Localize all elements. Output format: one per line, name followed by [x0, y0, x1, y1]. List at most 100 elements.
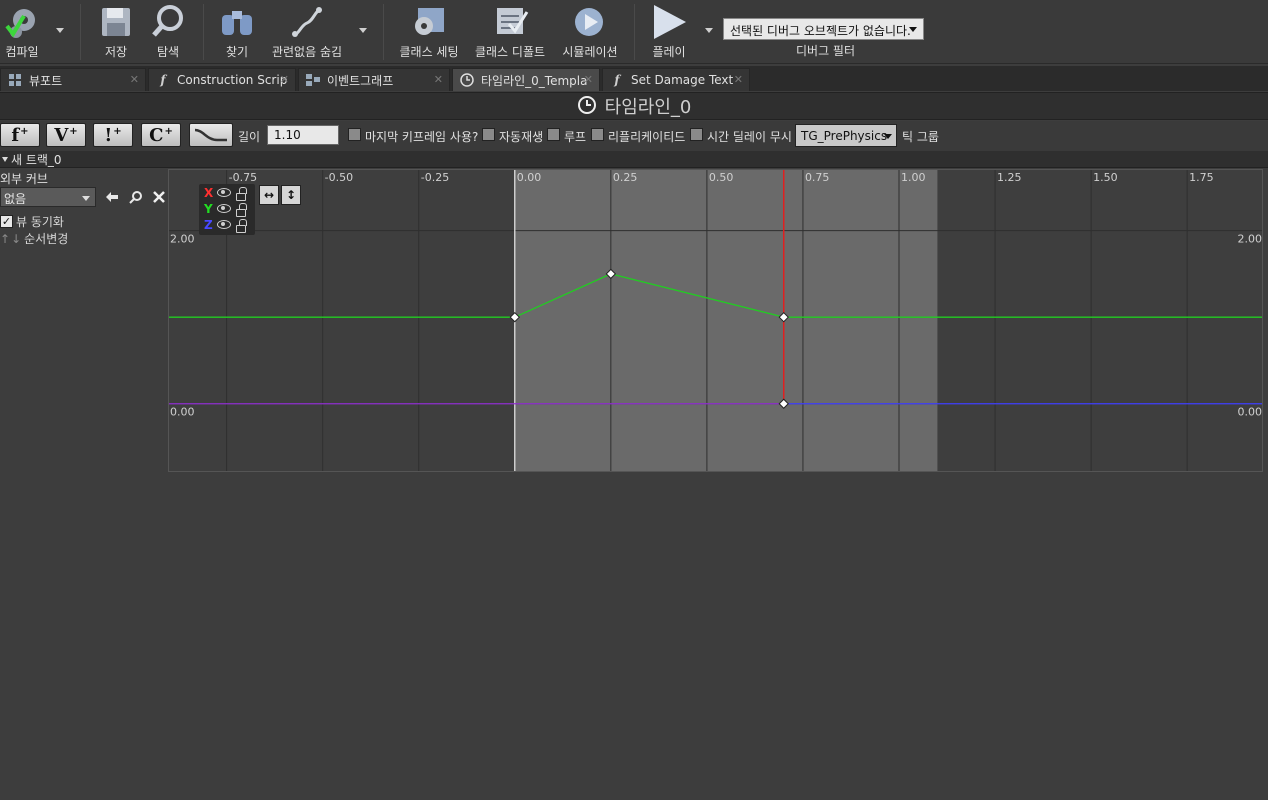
add-vector-track-button[interactable]: V +	[46, 123, 86, 147]
main-toolbar: 컴파일 저장 탐색 찾기 관련없음 숨김 클래스 세팅 클래스 디폴트 시뮬레이…	[0, 0, 1268, 64]
x-tick-label: -0.25	[421, 171, 449, 184]
sync-view-label: 뷰 동기화	[16, 215, 64, 229]
channel-y-lock-icon[interactable]	[236, 203, 247, 217]
x-tick-label: 0.00	[517, 171, 542, 184]
tab-set-damage-text[interactable]: f Set Damage Text ✕	[602, 68, 750, 91]
channel-x-label: X	[204, 186, 214, 200]
timeline-title: 타임라인_0	[604, 97, 692, 118]
track-header[interactable]: 새 트랙_0	[0, 151, 1268, 168]
simulation-gear-play-icon	[570, 2, 610, 42]
tab-label: 이벤트그래프	[327, 73, 394, 88]
add-external-curve-button[interactable]	[189, 123, 233, 147]
tab-timeline[interactable]: 타임라인_0_Templa ✕	[452, 68, 600, 91]
external-curve-dropdown[interactable]: 없음	[0, 187, 96, 207]
tab-label: 타임라인_0_Templa	[481, 73, 588, 88]
loop-label: 루프	[564, 130, 587, 144]
document-tab-bar: 뷰포트 ✕ f Construction Scrip ✕ 이벤트그래프 ✕ 타임…	[0, 66, 1268, 91]
binoculars-icon	[217, 2, 257, 42]
channel-x-eye-icon[interactable]	[217, 188, 231, 197]
add-event-track-button[interactable]: ! +	[93, 123, 133, 147]
clear-curve-close-icon[interactable]	[151, 189, 167, 205]
function-icon: f	[614, 73, 620, 87]
curve-graph[interactable]: -0.75 -0.50 -0.25 0.00 0.25 0.50 0.75 1.00 1.25 1…	[168, 169, 1263, 472]
event-track-icon: !	[104, 124, 113, 146]
fit-vertical-icon[interactable]: ↕	[281, 185, 301, 205]
curve-graph-canvas[interactable]: -0.75 -0.50 -0.25 0.00 0.25 0.50 0.75 1.00 1.25 1…	[169, 170, 1263, 472]
track-side-panel: 외부 커브 없음 ✓ 뷰 동기화 ↑ ↓ 순서변경	[0, 169, 168, 471]
browse-curve-search-icon[interactable]	[128, 189, 144, 205]
sync-view-checkbox-checked-icon[interactable]: ✓	[0, 215, 13, 228]
close-icon[interactable]: ✕	[734, 73, 743, 86]
empty-canvas-area	[0, 472, 1268, 800]
x-tick-label: 0.50	[709, 171, 734, 184]
ignore-time-dilation-checkbox[interactable]	[690, 128, 703, 141]
play-options-chevron-down-icon[interactable]	[705, 28, 713, 33]
hide-unrelated-button[interactable]: 관련없음 숨김	[268, 2, 346, 62]
channel-x-lock-icon[interactable]	[236, 187, 247, 201]
find-button[interactable]: 찾기	[217, 2, 257, 62]
hide-unrelated-label: 관련없음 숨김	[271, 45, 343, 59]
chevron-down-icon	[884, 134, 892, 139]
close-icon[interactable]: ✕	[130, 73, 139, 86]
debug-filter-label: 디버그 필터	[796, 44, 856, 58]
close-icon[interactable]: ✕	[280, 73, 289, 86]
class-defaults-checklist-icon	[490, 2, 530, 42]
debug-object-dropdown[interactable]: 선택된 디버그 오브젝트가 없습니다.	[723, 18, 924, 40]
close-icon[interactable]: ✕	[434, 73, 443, 86]
add-color-track-button[interactable]: C +	[141, 123, 181, 147]
replicated-checkbox[interactable]	[591, 128, 604, 141]
channel-visibility-panel: X Y Z	[199, 184, 255, 235]
class-defaults-button[interactable]: 클래스 디폴트	[473, 2, 547, 62]
reorder-row: ↑ ↓ 순서변경	[0, 230, 68, 247]
simulation-label: 시뮬레이션	[562, 45, 618, 59]
clock-icon	[577, 95, 597, 118]
tab-construction-script[interactable]: f Construction Scrip ✕	[148, 68, 296, 91]
close-icon[interactable]: ✕	[584, 73, 593, 86]
save-button[interactable]: 저장	[96, 2, 136, 62]
x-tick-label: -0.75	[229, 171, 257, 184]
class-defaults-label: 클래스 디폴트	[474, 45, 546, 59]
channel-y-eye-icon[interactable]	[217, 204, 231, 213]
play-button[interactable]: 플레이	[646, 2, 692, 62]
browse-button[interactable]: 탐색	[148, 2, 188, 62]
hide-unrelated-curve-icon	[287, 2, 327, 42]
channel-z-lock-icon[interactable]	[236, 219, 247, 233]
x-tick-label: 0.75	[805, 171, 830, 184]
compile-button[interactable]: 컴파일	[0, 2, 44, 62]
channel-z-eye-icon[interactable]	[217, 220, 231, 229]
collapse-triangle-icon[interactable]	[2, 156, 8, 162]
clock-icon	[459, 73, 475, 87]
loop-checkbox[interactable]	[547, 128, 560, 141]
x-tick-label: 1.75	[1189, 171, 1214, 184]
vector-track-icon: V	[54, 124, 69, 146]
replicated-label: 리플리케이티드	[608, 130, 686, 144]
play-label: 플레이	[652, 45, 686, 59]
hide-unrelated-chevron-down-icon[interactable]	[359, 28, 367, 33]
tab-label: Construction Scrip	[177, 73, 288, 87]
chevron-down-icon	[82, 196, 90, 201]
y-tick-label-right: 0.00	[1238, 406, 1263, 419]
tab-event-graph[interactable]: 이벤트그래프 ✕	[298, 68, 450, 91]
simulation-button[interactable]: 시뮬레이션	[560, 2, 620, 62]
tick-group-value: TG_PrePhysics	[801, 129, 888, 143]
length-input[interactable]: 1.10	[267, 125, 339, 145]
sync-view-row[interactable]: ✓ 뷰 동기화	[0, 213, 64, 230]
compile-label: 컴파일	[5, 45, 39, 59]
x-tick-label: 1.00	[901, 171, 926, 184]
magnifier-icon	[148, 2, 188, 42]
tab-viewport[interactable]: 뷰포트 ✕	[0, 68, 146, 91]
fit-horizontal-icon[interactable]: ↔	[259, 185, 279, 205]
play-triangle-icon	[649, 2, 689, 42]
move-down-arrow-icon[interactable]: ↓	[11, 232, 21, 246]
y-tick-label-right: 2.00	[1238, 233, 1263, 246]
add-float-track-button[interactable]: f +	[0, 123, 40, 147]
compile-options-chevron-down-icon[interactable]	[56, 28, 64, 33]
use-selected-arrow-icon[interactable]	[104, 189, 120, 205]
tick-group-dropdown[interactable]: TG_PrePhysics	[795, 124, 897, 147]
chevron-down-icon	[909, 27, 917, 32]
autoplay-checkbox[interactable]	[482, 128, 495, 141]
use-last-keyframe-checkbox[interactable]	[348, 128, 361, 141]
curve-value: 없음	[4, 192, 27, 206]
class-settings-button[interactable]: 클래스 세팅	[398, 2, 460, 62]
move-up-arrow-icon[interactable]: ↑	[0, 232, 10, 246]
